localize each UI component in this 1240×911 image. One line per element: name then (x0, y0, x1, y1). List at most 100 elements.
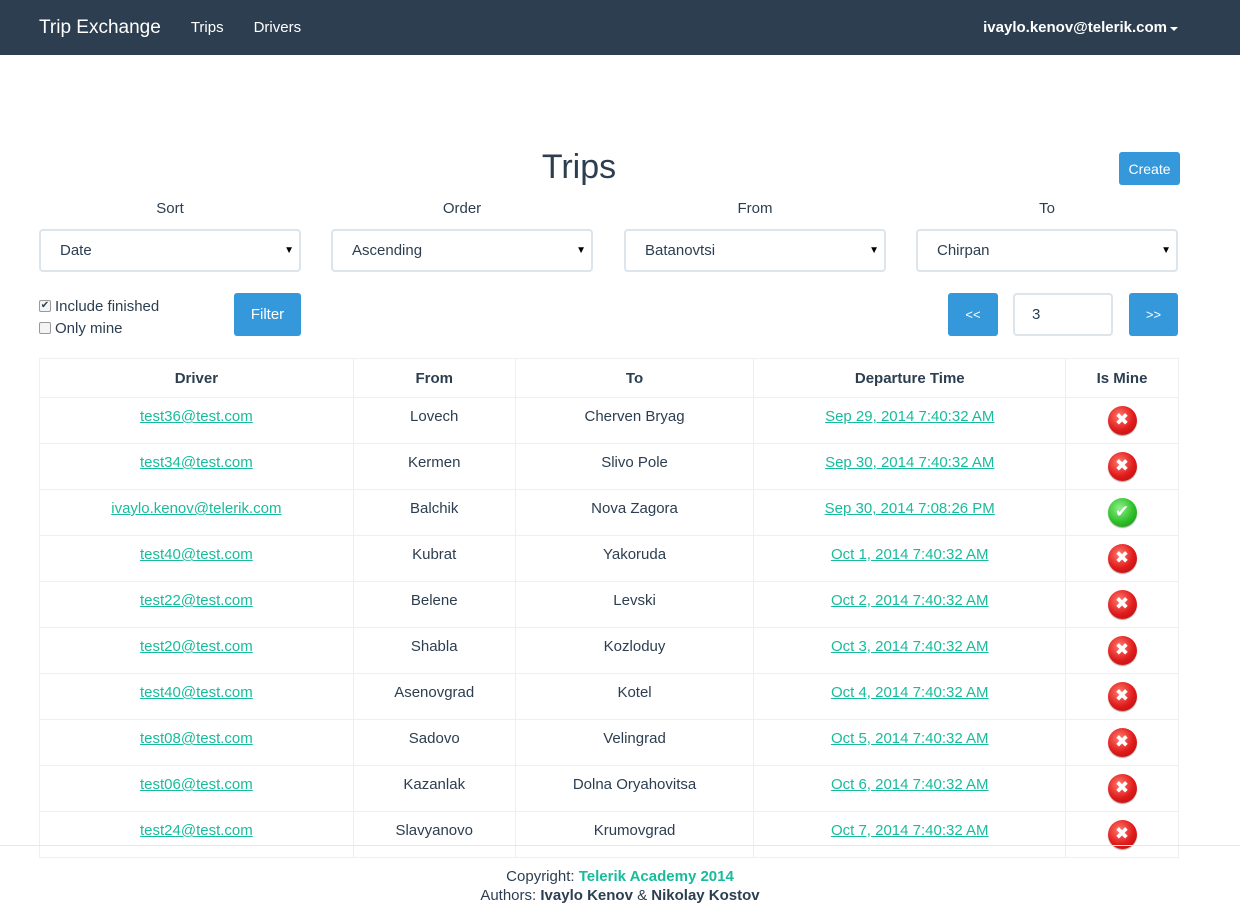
driver-link[interactable]: test40@test.com (140, 684, 253, 701)
departure-link[interactable]: Sep 29, 2014 7:40:32 AM (825, 408, 994, 425)
to-value: Chirpan (937, 242, 990, 259)
red-x-icon: ✖ (1107, 544, 1137, 573)
sort-value: Date (60, 242, 92, 259)
departure-link[interactable]: Oct 1, 2014 7:40:32 AM (831, 546, 989, 563)
from-city: Lovech (410, 408, 459, 425)
departure-link[interactable]: Oct 3, 2014 7:40:32 AM (831, 638, 989, 655)
is-mine-cell: ✖ (1065, 719, 1179, 766)
departure-link[interactable]: Oct 7, 2014 7:40:32 AM (831, 822, 989, 839)
driver-link[interactable]: test36@test.com (140, 408, 253, 425)
brand-link[interactable]: Trip Exchange (39, 17, 161, 39)
to-city-cell: Kozloduy (514, 627, 755, 674)
departure-link[interactable]: Oct 5, 2014 7:40:32 AM (831, 730, 989, 747)
from-city-cell: Lovech (352, 397, 516, 444)
copyright-link[interactable]: Telerik Academy 2014 (579, 868, 734, 885)
order-select[interactable]: Ascending ▼ (331, 229, 593, 272)
driver-link[interactable]: test34@test.com (140, 454, 253, 471)
to-filter: To Chirpan ▼ (916, 198, 1178, 272)
is-mine-cell: ✖ (1065, 397, 1179, 444)
table-row: test08@test.com Sadovo Velingrad Oct 5, 201… (39, 719, 1179, 766)
table-row: test40@test.com Asenovgrad Kotel Oct 4, 201… (39, 673, 1179, 720)
driver-link-cell: test06@test.com (39, 765, 354, 812)
to-city: Slivo Pole (601, 454, 668, 471)
include-finished-label[interactable]: Include finished (55, 298, 159, 315)
driver-link-cell: test22@test.com (39, 581, 354, 628)
next-page-button[interactable]: >> (1129, 293, 1178, 336)
sort-select[interactable]: Date ▼ (39, 229, 301, 272)
include-finished-checkbox[interactable]: ✔ (39, 300, 51, 312)
dropdown-arrow-icon: ▼ (869, 245, 879, 256)
from-city-cell: Balchik (352, 489, 516, 536)
is-mine-cell: ✖ (1065, 765, 1179, 812)
from-city-cell: Asenovgrad (352, 673, 516, 720)
driver-link[interactable]: test06@test.com (140, 776, 253, 793)
is-mine-cell: ✖ (1065, 673, 1179, 720)
from-label: From (737, 200, 773, 217)
is-mine-cell: ✖ (1065, 443, 1179, 490)
departure-link[interactable]: Oct 2, 2014 7:40:32 AM (831, 592, 989, 609)
authors-separator: & (637, 887, 648, 904)
column-header-departure: Departure Time (753, 358, 1067, 398)
from-city-cell: Sadovo (352, 719, 516, 766)
from-city-cell: Kazanlak (352, 765, 516, 812)
from-city: Shabla (410, 638, 458, 655)
driver-link-cell: test34@test.com (39, 443, 354, 490)
red-x-icon: ✖ (1107, 728, 1137, 757)
to-city-cell: Yakoruda (514, 535, 755, 582)
nav-link-trips[interactable]: Trips (191, 19, 224, 36)
only-mine-label[interactable]: Only mine (55, 320, 123, 337)
driver-link[interactable]: test20@test.com (140, 638, 253, 655)
driver-link-cell: test08@test.com (39, 719, 354, 766)
to-city-cell: Kotel (514, 673, 755, 720)
table-row: test40@test.com Kubrat Yakoruda Oct 1, 2014… (39, 535, 1179, 582)
departure-link[interactable]: Sep 30, 2014 7:08:26 PM (825, 500, 995, 517)
filter-button[interactable]: Filter (234, 293, 301, 336)
to-city: Cherven Bryag (584, 408, 685, 425)
trips-table: Driver From To Departure Time Is Mine te… (39, 358, 1179, 858)
red-x-icon: ✖ (1107, 774, 1137, 803)
from-city: Belene (410, 592, 458, 609)
table-row: test20@test.com Shabla Kozloduy Oct 3, 2014… (39, 627, 1179, 674)
column-header-is-mine: Is Mine (1065, 358, 1179, 398)
filter-options: ✔ Include finished Only mine (39, 295, 159, 339)
dropdown-arrow-icon: ▼ (284, 245, 294, 256)
to-city: Kotel (617, 684, 652, 701)
driver-link[interactable]: test22@test.com (140, 592, 253, 609)
order-label: Order (442, 200, 482, 217)
departure-link[interactable]: Oct 4, 2014 7:40:32 AM (831, 684, 989, 701)
departure-link[interactable]: Sep 30, 2014 7:40:32 AM (825, 454, 994, 471)
from-select[interactable]: Batanovtsi ▼ (624, 229, 886, 272)
from-city-cell: Shabla (352, 627, 516, 674)
to-select[interactable]: Chirpan ▼ (916, 229, 1178, 272)
footer: Copyright: Telerik Academy 2014 Authors:… (0, 845, 1240, 911)
only-mine-checkbox[interactable] (39, 322, 51, 334)
to-city: Krumovgrad (593, 822, 676, 839)
driver-link[interactable]: test08@test.com (140, 730, 253, 747)
to-city: Velingrad (603, 730, 666, 747)
only-mine-option: Only mine (39, 317, 159, 339)
table-header-row: Driver From To Departure Time Is Mine (39, 358, 1179, 398)
driver-link[interactable]: test40@test.com (140, 546, 253, 563)
column-header-driver: Driver (39, 358, 354, 398)
authors-label: Authors: (480, 887, 537, 904)
red-x-icon: ✖ (1107, 590, 1137, 619)
create-button[interactable]: Create (1119, 152, 1180, 185)
user-email: ivaylo.kenov@telerik.com (983, 19, 1167, 36)
to-city-cell: Dolna Oryahovitsa (514, 765, 755, 812)
departure-link-cell: Sep 29, 2014 7:40:32 AM (753, 397, 1067, 444)
user-menu[interactable]: ivaylo.kenov@telerik.com (983, 0, 1178, 55)
page-number-input[interactable] (1013, 293, 1113, 336)
departure-link-cell: Oct 2, 2014 7:40:32 AM (753, 581, 1067, 628)
to-city-cell: Nova Zagora (514, 489, 755, 536)
driver-link-cell: test36@test.com (39, 397, 354, 444)
red-x-icon: ✖ (1107, 682, 1137, 711)
from-filter: From Batanovtsi ▼ (624, 198, 886, 272)
prev-page-button[interactable]: << (948, 293, 998, 336)
copyright-label: Copyright: (506, 868, 575, 885)
from-value: Batanovtsi (645, 242, 716, 259)
driver-link[interactable]: ivaylo.kenov@telerik.com (111, 500, 281, 517)
departure-link[interactable]: Oct 6, 2014 7:40:32 AM (831, 776, 989, 793)
driver-link[interactable]: test24@test.com (140, 822, 253, 839)
nav-link-drivers[interactable]: Drivers (254, 19, 302, 36)
driver-link-cell: ivaylo.kenov@telerik.com (39, 489, 354, 536)
